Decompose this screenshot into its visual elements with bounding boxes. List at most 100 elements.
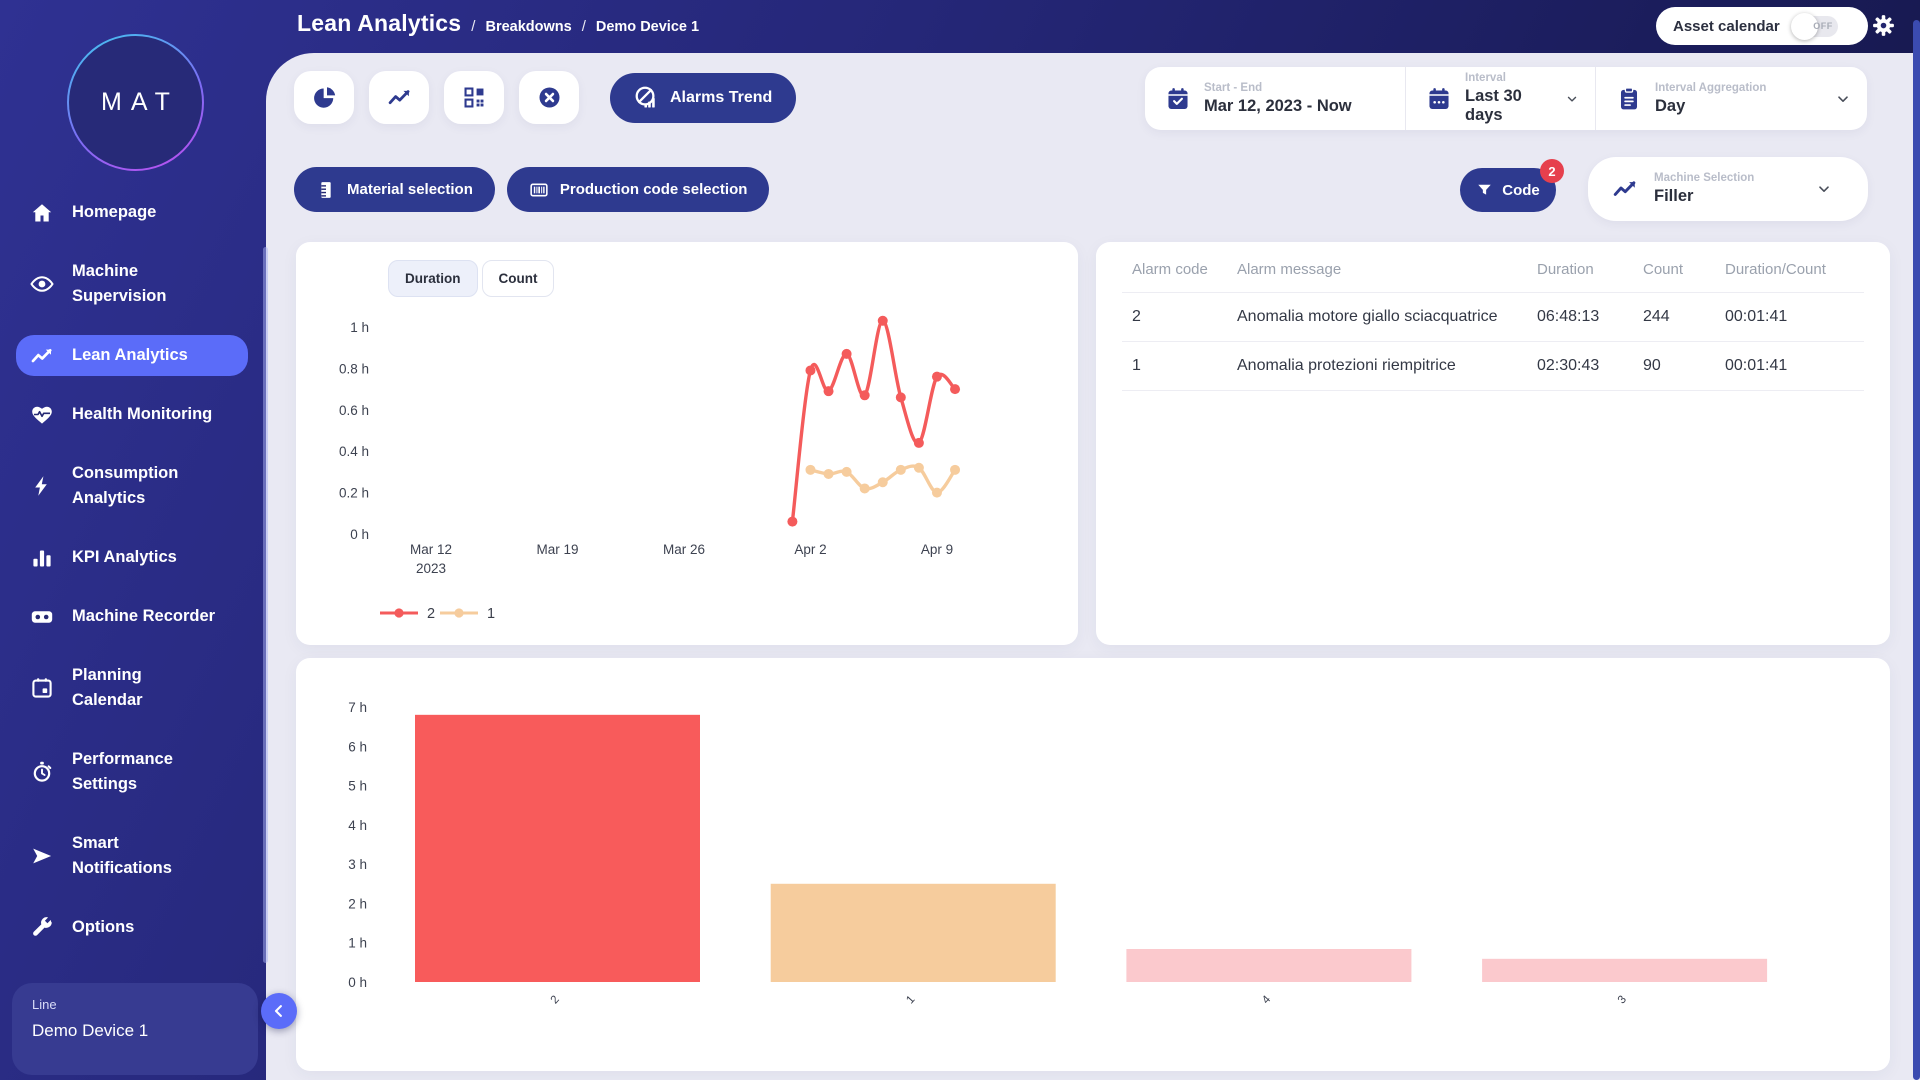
svg-text:1: 1: [904, 994, 917, 1007]
production-code-selection-button[interactable]: Production code selection: [507, 167, 770, 212]
code-filter-button[interactable]: Code 2: [1460, 168, 1556, 212]
breadcrumb-item[interactable]: Demo Device 1: [596, 19, 699, 35]
table-column-header: Alarm code: [1122, 242, 1227, 293]
device-type-label: Line: [32, 997, 238, 1012]
svg-text:3 h: 3 h: [348, 857, 367, 872]
breadcrumb-separator: /: [582, 18, 586, 35]
material-icon: [316, 180, 336, 200]
alarms-trend-view-button[interactable]: Alarms Trend: [610, 73, 796, 123]
alarm-slash-icon: [634, 85, 659, 110]
pie-view-button[interactable]: [294, 71, 354, 124]
sidebar-item-label: Options: [72, 915, 134, 940]
qr-view-button[interactable]: [444, 71, 504, 124]
filter-value: Mar 12, 2023 - Now: [1204, 97, 1352, 116]
asset-calendar-label: Asset calendar: [1673, 18, 1780, 35]
sidebar-item-label: Lean Analytics: [72, 343, 188, 368]
alarms-trend-card: DurationCount 0 h0.2 h0.4 h0.6 h0.8 h1 h…: [296, 242, 1078, 645]
alarm-cell: Anomalia protezioni riempitrice: [1227, 342, 1527, 391]
sidebar-item-homepage[interactable]: Homepage: [16, 192, 248, 233]
sidebar-item-consumption-analytics[interactable]: Consumption Analytics: [16, 453, 248, 519]
table-column-header: Duration/Count: [1715, 242, 1864, 293]
filter-value: Last 30 days: [1465, 87, 1552, 125]
barcode-icon: [529, 180, 549, 200]
alarm-cell: 06:48:13: [1527, 293, 1633, 342]
x-circle-icon: [537, 85, 562, 110]
qr-icon: [462, 85, 487, 110]
alarms-table: Alarm codeAlarm messageDurationCountDura…: [1122, 242, 1864, 391]
toggle-state-label: OFF: [1813, 21, 1833, 31]
chevron-down-icon: [1565, 91, 1579, 107]
clipboard-icon: [1616, 86, 1642, 112]
code-filter-badge: 2: [1540, 159, 1564, 183]
button-label: Material selection: [347, 181, 473, 198]
filter-interval-aggregation[interactable]: Interval AggregationDay: [1595, 67, 1867, 130]
sidebar-item-machine-recorder[interactable]: Machine Recorder: [16, 596, 248, 637]
filter-value: Day: [1655, 97, 1766, 116]
content-surface: Alarms Trend Start - End Mar 12, 2023 - N…: [266, 53, 1920, 1080]
sidebar-item-lean-analytics[interactable]: Lean Analytics: [16, 335, 248, 376]
bar-3: [1482, 959, 1767, 982]
calendar-dots-icon: [1426, 86, 1452, 112]
alarm-row[interactable]: 1Anomalia protezioni riempitrice02:30:43…: [1122, 342, 1864, 391]
sidebar-item-label: Consumption Analytics: [72, 461, 178, 511]
chevron-left-icon: [270, 1002, 288, 1020]
sidebar-item-label: Machine Supervision: [72, 259, 166, 309]
sidebar-item-options[interactable]: Options: [16, 907, 248, 948]
breadcrumb-item[interactable]: Breakdowns: [485, 19, 571, 35]
machine-selection-dropdown[interactable]: Machine Selection Filler: [1588, 157, 1868, 221]
sidebar-item-label: Planning Calendar: [72, 663, 143, 713]
sidebar-item-label: Homepage: [72, 200, 156, 225]
svg-text:Mar 12: Mar 12: [410, 542, 452, 557]
svg-text:3: 3: [1616, 994, 1629, 1007]
sidebar-nav: Homepage Machine Supervision Lean Analytic…: [0, 192, 266, 966]
filter-start-end[interactable]: Start - End Mar 12, 2023 - Now: [1145, 67, 1405, 130]
sidebar-item-label: Health Monitoring: [72, 402, 212, 427]
sidebar-collapse-button[interactable]: [261, 993, 297, 1029]
sidebar-scrollbar[interactable]: [263, 247, 268, 963]
svg-text:Mar 19: Mar 19: [536, 542, 578, 557]
brand-logo: MAT: [67, 34, 204, 171]
svg-text:Mar 26: Mar 26: [663, 542, 705, 557]
tab-duration[interactable]: Duration: [388, 260, 478, 297]
view-buttons: [294, 71, 579, 124]
alarm-row[interactable]: 2Anomalia motore giallo sciacquatrice06:…: [1122, 293, 1864, 342]
device-selector-card[interactable]: Line Demo Device 1: [12, 983, 258, 1075]
settings-gear-icon[interactable]: [1871, 13, 1896, 38]
alarm-cell: 244: [1633, 293, 1715, 342]
selection-buttons: Material selection Production code select…: [294, 167, 769, 212]
svg-text:6 h: 6 h: [348, 739, 367, 754]
alarms-duration-bar-chart: 0 h1 h2 h3 h4 h5 h6 h7 h2143: [296, 658, 1890, 1071]
page-title: Lean Analytics: [297, 10, 461, 37]
sidebar-item-label: Machine Recorder: [72, 604, 215, 629]
table-column-header: Duration: [1527, 242, 1633, 293]
sidebar-item-performance-settings[interactable]: Performance Settings: [16, 739, 248, 805]
alarms-trend-view-label: Alarms Trend: [670, 89, 772, 107]
alarm-cell: 2: [1122, 293, 1227, 342]
svg-text:2 h: 2 h: [348, 896, 367, 911]
eye-icon: [30, 272, 54, 296]
alarm-cell: 90: [1633, 342, 1715, 391]
sidebar-item-machine-supervision[interactable]: Machine Supervision: [16, 251, 248, 317]
sidebar: MAT Homepage Machine Supervision Lean Anal…: [0, 0, 266, 1080]
filter-label: Start - End: [1204, 82, 1352, 94]
svg-text:0.6 h: 0.6 h: [339, 403, 369, 418]
sidebar-item-health-monitoring[interactable]: Health Monitoring: [16, 394, 248, 435]
breadcrumb-separator: /: [471, 18, 475, 35]
sidebar-item-smart-notifications[interactable]: Smart Notifications: [16, 823, 248, 889]
trend-view-button[interactable]: [369, 71, 429, 124]
x-circle-view-button[interactable]: [519, 71, 579, 124]
svg-text:2: 2: [549, 994, 562, 1007]
time-filter-bar: Start - End Mar 12, 2023 - Now IntervalLas…: [1145, 67, 1867, 130]
asset-calendar-toggle[interactable]: OFF: [1792, 16, 1838, 37]
page-scrollbar[interactable]: [1913, 20, 1920, 1080]
filter-interval[interactable]: IntervalLast 30 days: [1405, 67, 1595, 130]
sidebar-item-planning-calendar[interactable]: Planning Calendar: [16, 655, 248, 721]
tab-count[interactable]: Count: [482, 260, 555, 297]
material-selection-button[interactable]: Material selection: [294, 167, 495, 212]
trend-icon: [1612, 176, 1638, 202]
sidebar-item-kpi-analytics[interactable]: KPI Analytics: [16, 537, 248, 578]
duration-count-tabs: DurationCount: [388, 260, 554, 297]
svg-text:Apr 9: Apr 9: [921, 542, 953, 557]
heart-pulse-icon: [30, 403, 54, 427]
device-name: Demo Device 1: [32, 1021, 238, 1041]
